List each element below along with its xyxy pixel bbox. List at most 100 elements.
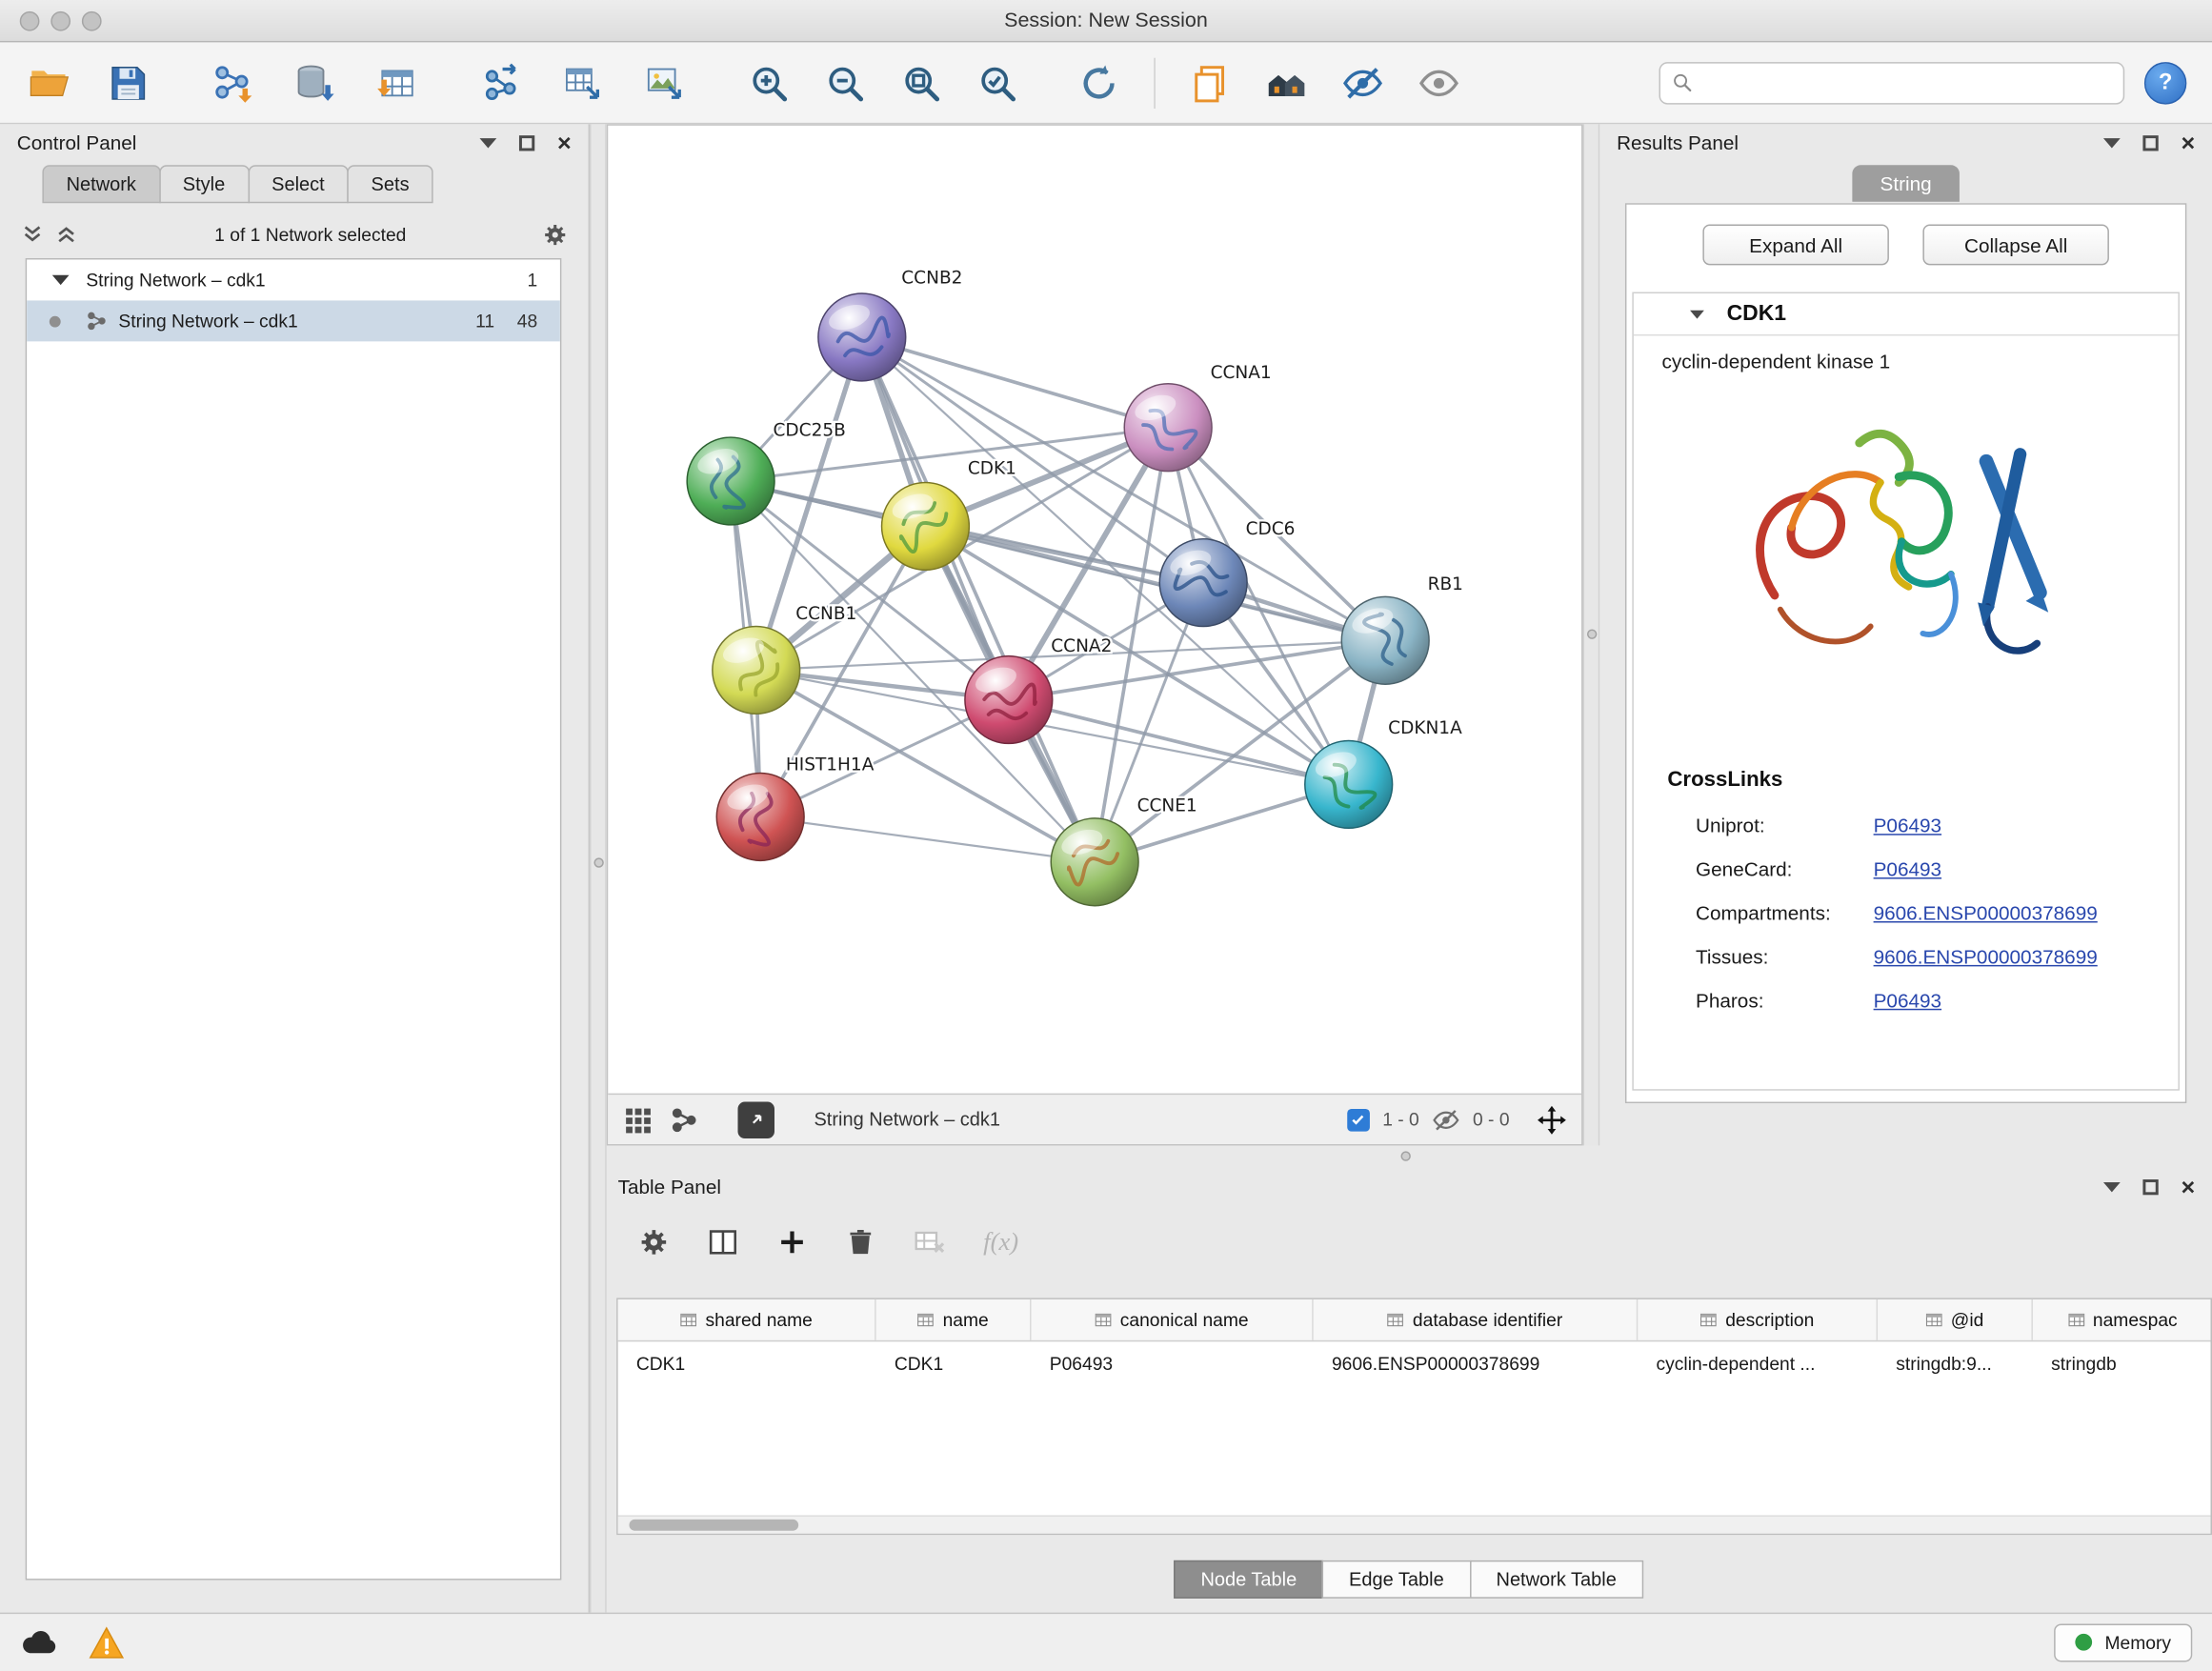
warning-status-icon[interactable]: [89, 1626, 124, 1659]
column-header-canonical-name[interactable]: canonical name: [1032, 1299, 1314, 1340]
panel-float-icon[interactable]: [2103, 1181, 2121, 1191]
network-node-RB1[interactable]: RB1: [1341, 574, 1463, 684]
show-all-button[interactable]: [1406, 50, 1471, 115]
panel-maximize-icon[interactable]: [2143, 134, 2159, 150]
selected-checkbox-icon[interactable]: [1347, 1108, 1370, 1131]
hidden-eye-slash-icon[interactable]: [1432, 1105, 1460, 1134]
network-node-CCNA1[interactable]: CCNA1: [1124, 363, 1271, 472]
tab-node-table[interactable]: Node Table: [1174, 1560, 1323, 1599]
crosslink-link[interactable]: P06493: [1874, 814, 1941, 836]
left-splitter[interactable]: [590, 124, 607, 1612]
copy-button[interactable]: [1178, 50, 1243, 115]
panel-close-icon[interactable]: ×: [557, 131, 572, 154]
memory-button[interactable]: Memory: [2054, 1623, 2192, 1661]
expand-all-button[interactable]: Expand All: [1702, 224, 1888, 265]
network-canvas[interactable]: CCNB2CCNA1CDC25BCDK1CDC6RB1CCNB1CCNA2CDK…: [608, 126, 1581, 1094]
network-node-CDK1[interactable]: CDK1: [882, 459, 1016, 571]
panel-maximize-icon[interactable]: [2143, 1178, 2159, 1194]
window-minimize-button[interactable]: [50, 11, 70, 31]
crosslink-link[interactable]: P06493: [1874, 857, 1941, 880]
network-node-CCNB1[interactable]: CCNB1: [713, 604, 857, 714]
import-network-database-button[interactable]: [282, 50, 347, 115]
tab-select[interactable]: Select: [248, 165, 349, 203]
panel-close-icon[interactable]: ×: [2182, 131, 2196, 154]
import-table-button[interactable]: [364, 50, 429, 115]
network-options-gear-icon[interactable]: [542, 221, 569, 248]
tab-sets[interactable]: Sets: [347, 165, 432, 203]
right-splitter[interactable]: [1583, 124, 1600, 1145]
cell-name: CDK1: [876, 1352, 1032, 1373]
result-collapse-icon[interactable]: [1690, 310, 1704, 318]
help-button[interactable]: ?: [2144, 61, 2186, 103]
add-column-icon[interactable]: [775, 1225, 808, 1258]
table-row[interactable]: CDK1 CDK1 P06493 9606.ENSP00000378699 cy…: [618, 1341, 2211, 1383]
cloud-status-icon[interactable]: [20, 1627, 58, 1657]
network-node-CCNB2[interactable]: CCNB2: [818, 269, 963, 381]
crosslink-row: Pharos: P06493: [1634, 977, 2179, 1021]
delete-column-icon[interactable]: [845, 1225, 876, 1258]
bottom-splitter[interactable]: [607, 1145, 2212, 1168]
hide-selected-button[interactable]: [1330, 50, 1395, 115]
collapse-tree-icon[interactable]: [20, 223, 46, 246]
network-view-button[interactable]: [670, 1105, 698, 1134]
refresh-icon: [1077, 61, 1119, 103]
save-session-button[interactable]: [96, 50, 161, 115]
control-panel-tabs: Network Style Select Sets: [42, 165, 588, 203]
column-header-database-identifier[interactable]: database identifier: [1314, 1299, 1639, 1340]
current-network-bullet-icon: [50, 315, 61, 327]
zoom-selected-button[interactable]: [965, 50, 1030, 115]
column-header-id[interactable]: @id: [1878, 1299, 2033, 1340]
splitter-handle[interactable]: [1587, 629, 1597, 638]
panel-close-icon[interactable]: ×: [2182, 1175, 2196, 1198]
column-header-name[interactable]: name: [876, 1299, 1032, 1340]
grid-view-button[interactable]: [622, 1104, 654, 1136]
expand-tree-icon[interactable]: [53, 223, 79, 246]
export-image-button[interactable]: [632, 50, 696, 115]
panel-float-icon[interactable]: [480, 137, 497, 147]
crosslink-link[interactable]: 9606.ENSP00000378699: [1874, 944, 2098, 967]
detach-view-button[interactable]: [737, 1101, 774, 1138]
import-network-file-button[interactable]: [200, 50, 265, 115]
panel-maximize-icon[interactable]: [519, 134, 534, 150]
window-close-button[interactable]: [20, 11, 40, 31]
scrollbar-thumb[interactable]: [629, 1520, 798, 1531]
table-tabs: Node Table Edge Table Network Table: [607, 1560, 2212, 1599]
tab-style[interactable]: Style: [159, 165, 250, 203]
network-collection-row[interactable]: String Network – cdk1 1: [27, 259, 560, 300]
tab-edge-table[interactable]: Edge Table: [1322, 1560, 1471, 1599]
pan-mode-icon[interactable]: [1537, 1104, 1568, 1136]
column-label: canonical name: [1120, 1309, 1249, 1330]
splitter-handle[interactable]: [593, 857, 603, 867]
tab-string[interactable]: String: [1852, 165, 1960, 202]
crosslink-label: Pharos:: [1696, 988, 1874, 1011]
network-node-HIST1H1A[interactable]: HIST1H1A: [716, 755, 874, 861]
apply-layout-button[interactable]: [1067, 50, 1132, 115]
zoom-fit-button[interactable]: [889, 50, 954, 115]
column-label: namespac: [2093, 1309, 2178, 1330]
new-network-button[interactable]: [469, 50, 533, 115]
network-row[interactable]: String Network – cdk1 11 48: [27, 300, 560, 341]
column-header-description[interactable]: description: [1638, 1299, 1878, 1340]
splitter-handle[interactable]: [1401, 1151, 1411, 1160]
network-node-CDKN1A[interactable]: CDKN1A: [1305, 718, 1462, 828]
tab-network-table[interactable]: Network Table: [1469, 1560, 1643, 1599]
window-zoom-button[interactable]: [82, 11, 102, 31]
table-options-gear-icon[interactable]: [637, 1225, 670, 1258]
crosslink-link[interactable]: 9606.ENSP00000378699: [1874, 901, 2098, 924]
zoom-out-button[interactable]: [813, 50, 877, 115]
panel-float-icon[interactable]: [2103, 137, 2121, 147]
network-node-CDC6[interactable]: CDC6: [1159, 519, 1295, 626]
export-table-button[interactable]: [551, 50, 615, 115]
crosslink-link[interactable]: P06493: [1874, 988, 1941, 1011]
horizontal-scrollbar[interactable]: [618, 1515, 2211, 1533]
collection-expander-icon[interactable]: [52, 275, 70, 285]
column-header-namespace[interactable]: namespac: [2033, 1299, 2212, 1340]
ndex-button[interactable]: [1254, 50, 1318, 115]
search-input[interactable]: [1701, 72, 2112, 93]
tab-network[interactable]: Network: [42, 165, 160, 203]
open-session-button[interactable]: [17, 50, 82, 115]
collapse-all-button[interactable]: Collapse All: [1922, 224, 2108, 265]
zoom-in-button[interactable]: [736, 50, 801, 115]
column-header-shared-name[interactable]: shared name: [618, 1299, 876, 1340]
show-columns-icon[interactable]: [707, 1225, 739, 1258]
